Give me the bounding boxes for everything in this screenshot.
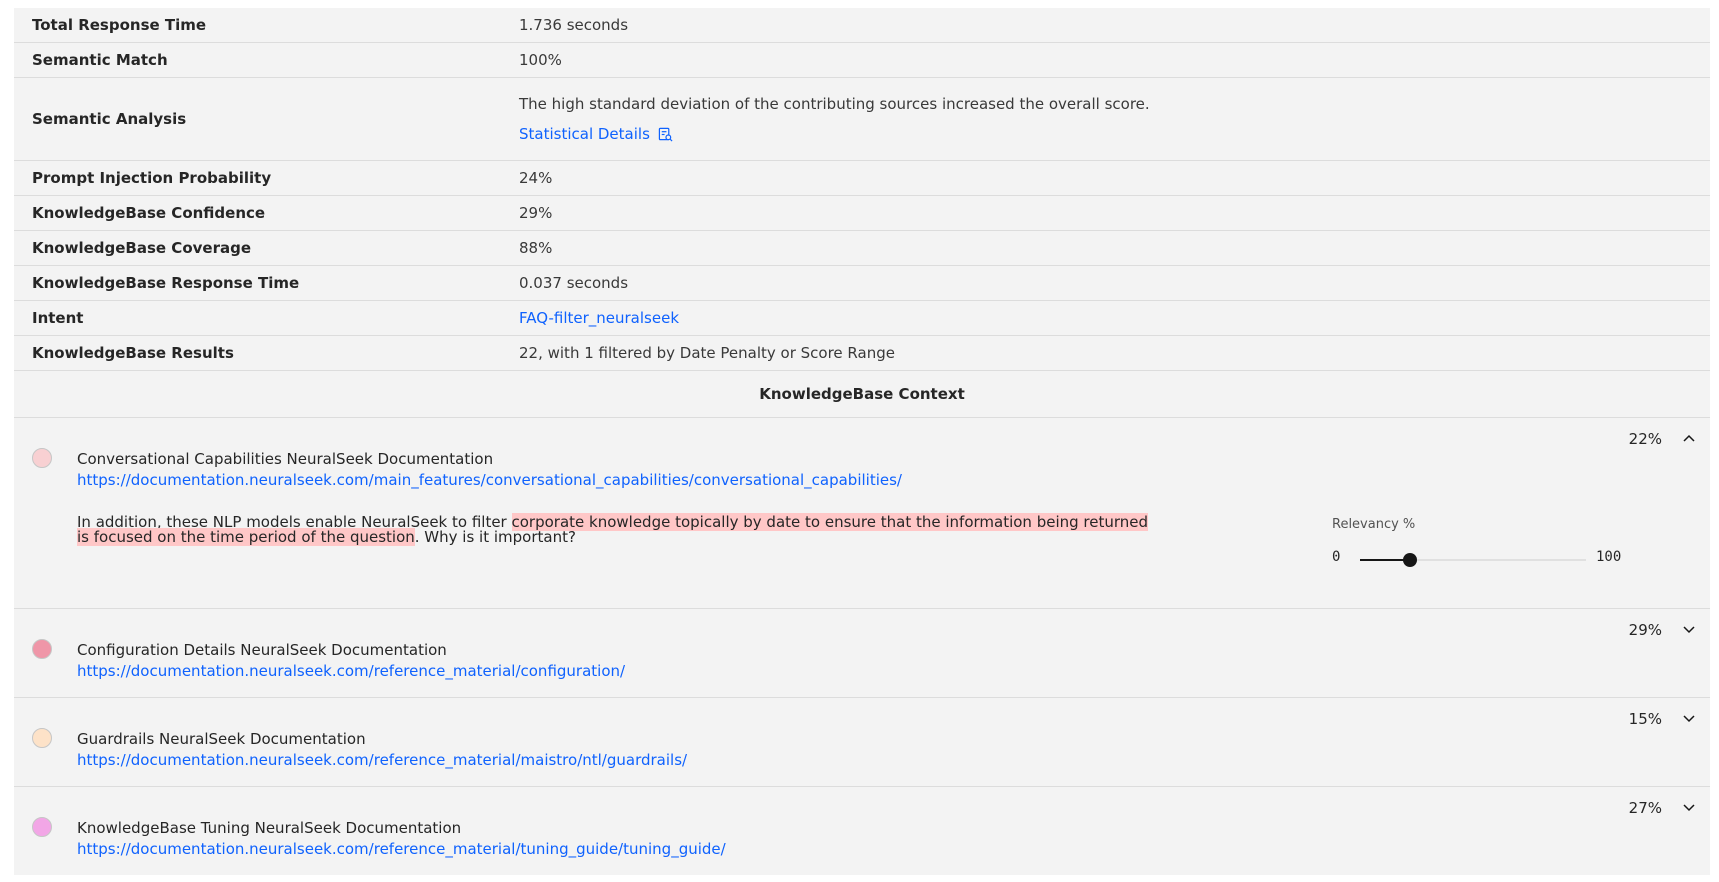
semantic-analysis-text: The high standard deviation of the contr… — [519, 95, 1150, 113]
metric-row-total-response-time: Total Response Time 1.736 seconds — [14, 8, 1710, 43]
metric-row-kb-coverage: KnowledgeBase Coverage 88% — [14, 231, 1710, 266]
source-color-dot — [32, 728, 52, 748]
document-search-icon — [658, 127, 673, 141]
metric-value: 88% — [519, 239, 553, 257]
source-item[interactable]: 29% Configuration Details NeuralSeek Doc… — [14, 609, 1710, 698]
metric-value: 24% — [519, 169, 553, 187]
metric-label: Prompt Injection Probability — [32, 169, 272, 187]
source-percent: 15% — [1628, 710, 1662, 728]
metric-row-semantic-analysis: Semantic Analysis The high standard devi… — [14, 78, 1710, 161]
metric-value: 1.736 seconds — [519, 16, 629, 34]
chevron-down-icon[interactable] — [1682, 622, 1696, 636]
intent-link[interactable]: FAQ-filter_neuralseek — [519, 309, 1710, 327]
source-title: KnowledgeBase Tuning NeuralSeek Document… — [77, 819, 462, 837]
relevancy-slider-thumb[interactable] — [1402, 553, 1417, 567]
snippet-text: . Why is it important? — [414, 528, 576, 546]
metric-value: 0.037 seconds — [519, 274, 629, 292]
source-title: Configuration Details NeuralSeek Documen… — [77, 641, 447, 659]
source-color-dot — [32, 639, 52, 659]
metric-label: Semantic Analysis — [32, 110, 187, 128]
metric-label: Intent — [32, 309, 84, 327]
metric-label: Semantic Match — [32, 51, 168, 69]
chevron-down-icon[interactable] — [1682, 800, 1696, 814]
relevancy-label: Relevancy % — [1332, 517, 1416, 532]
source-percent: 27% — [1628, 799, 1662, 817]
metric-label: KnowledgeBase Response Time — [32, 274, 300, 292]
metric-row-kb-results: KnowledgeBase Results 22, with 1 filtere… — [14, 336, 1710, 371]
source-item[interactable]: 27% KnowledgeBase Tuning NeuralSeek Docu… — [14, 787, 1710, 875]
metric-label: KnowledgeBase Confidence — [32, 204, 266, 222]
metric-label: KnowledgeBase Results — [32, 344, 234, 362]
source-title: Guardrails NeuralSeek Documentation — [77, 730, 366, 748]
metric-row-kb-confidence: KnowledgeBase Confidence 29% — [14, 196, 1710, 231]
metric-row-semantic-match: Semantic Match 100% — [14, 43, 1710, 78]
metric-row-kb-response-time: KnowledgeBase Response Time 0.037 second… — [14, 266, 1710, 301]
chevron-up-icon[interactable] — [1682, 431, 1696, 445]
source-url[interactable]: https://documentation.neuralseek.com/mai… — [77, 471, 902, 489]
source-title: Conversational Capabilities NeuralSeek D… — [77, 450, 494, 468]
metric-label: KnowledgeBase Coverage — [32, 239, 252, 257]
relevancy-slider[interactable] — [1360, 553, 1586, 567]
metric-value-block: The high standard deviation of the contr… — [519, 95, 1710, 143]
metric-row-prompt-injection: Prompt Injection Probability 24% — [14, 161, 1710, 196]
source-color-dot — [32, 817, 52, 837]
statistical-details-link[interactable]: Statistical Details — [519, 125, 1710, 143]
statistical-details-label: Statistical Details — [519, 125, 650, 143]
source-item[interactable]: 22% Conversational Capabilities NeuralSe… — [14, 418, 1710, 609]
metric-value: 22, with 1 filtered by Date Penalty or S… — [519, 344, 895, 362]
source-snippet: In addition, these NLP models enable Neu… — [77, 513, 1157, 546]
metric-value: 29% — [519, 204, 553, 222]
source-url[interactable]: https://documentation.neuralseek.com/ref… — [77, 751, 687, 769]
source-percent: 22% — [1628, 430, 1662, 448]
source-color-dot — [32, 448, 52, 468]
metric-label: Total Response Time — [32, 16, 207, 34]
source-percent: 29% — [1628, 621, 1662, 639]
knowledgebase-context-heading: KnowledgeBase Context — [14, 371, 1710, 418]
metric-value: 100% — [519, 51, 562, 69]
source-item[interactable]: 15% Guardrails NeuralSeek Documentation … — [14, 698, 1710, 787]
source-url[interactable]: https://documentation.neuralseek.com/ref… — [77, 662, 625, 680]
metric-row-intent: Intent FAQ-filter_neuralseek — [14, 301, 1710, 336]
chevron-down-icon[interactable] — [1682, 711, 1696, 725]
relevancy-min: 0 — [1332, 549, 1341, 565]
details-panel: Total Response Time 1.736 seconds Semant… — [14, 8, 1710, 875]
source-url[interactable]: https://documentation.neuralseek.com/ref… — [77, 840, 726, 858]
relevancy-max: 100 — [1596, 549, 1622, 565]
